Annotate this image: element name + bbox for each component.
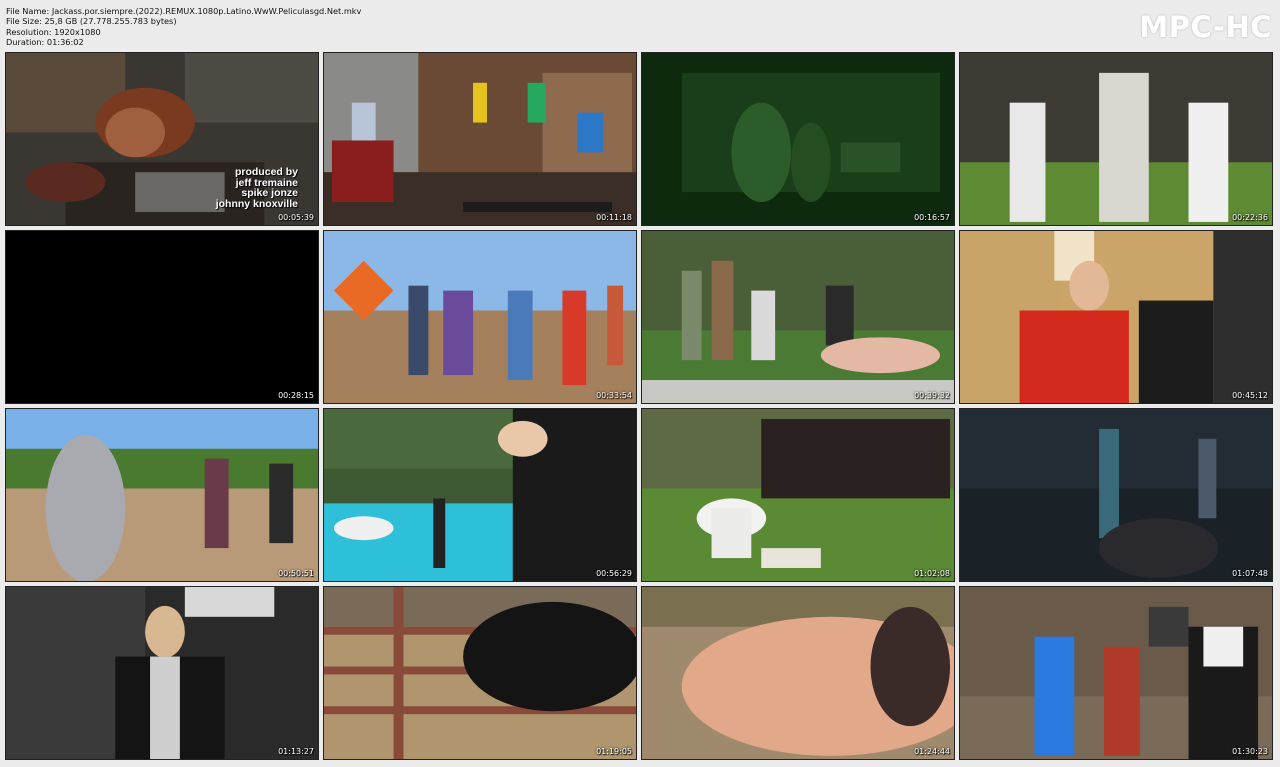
thumbnail: 00:33:54: [323, 230, 637, 404]
black-frame-scene: [6, 231, 318, 403]
credit-line: produced by: [234, 166, 298, 178]
closeup-blur-scene: [642, 587, 954, 759]
thumbnail: 01:02:08: [641, 408, 955, 582]
timestamp: 01:24:44: [914, 747, 950, 756]
thumbnail: 01:13:27: [5, 586, 319, 760]
portrait-studio-scene: [6, 587, 318, 759]
dry-field-scene: [324, 231, 636, 403]
pool-scene: [324, 409, 636, 581]
dark-glow-scene: [960, 409, 1272, 581]
thumbnail: 00:11:18: [323, 52, 637, 226]
timestamp: 00:45:12: [1232, 391, 1268, 400]
thumbnail: 00:50:51: [5, 408, 319, 582]
mpc-hc-logo: MPC-HC: [1139, 10, 1272, 44]
timestamp: 01:30:23: [1232, 747, 1268, 756]
thumbnail: produced by jeff tremaine spike jonze jo…: [5, 52, 319, 226]
timestamp: 00:11:18: [596, 213, 632, 222]
timestamp: 00:39:32: [914, 391, 950, 400]
toilet-lawn-scene: [642, 409, 954, 581]
thumbnail: 01:07:48: [959, 408, 1273, 582]
thumbnail: 01:30:23: [959, 586, 1273, 760]
thumbnail: 00:22:36: [959, 52, 1273, 226]
timestamp: 01:07:48: [1232, 569, 1268, 578]
credit-line: johnny knoxville: [215, 197, 298, 210]
duration: Duration: 01:36:02: [6, 37, 84, 48]
thumbnail: 00:16:57: [641, 52, 955, 226]
timestamp: 01:19:05: [596, 747, 632, 756]
timestamp: 00:33:54: [596, 391, 632, 400]
timestamp: 01:02:08: [914, 569, 950, 578]
exercise-machines-scene: [324, 53, 636, 225]
thumbnail: 00:39:32: [641, 230, 955, 404]
timestamp: 00:28:15: [278, 391, 314, 400]
thumbnail-grid: produced by jeff tremaine spike jonze jo…: [5, 52, 1275, 760]
resolution: Resolution: 1920x1080: [6, 26, 101, 37]
file-size: File Size: 25,8 GB (27.778.255.783 bytes…: [6, 16, 177, 27]
timestamp: 00:56:29: [596, 569, 632, 578]
file-info-panel: File Name: Jackass.por.siempre.(2022).RE…: [6, 6, 361, 48]
thumbnail: 00:56:29: [323, 408, 637, 582]
thumbnail: 00:45:12: [959, 230, 1273, 404]
silver-suit-scene: [6, 409, 318, 581]
thumbnail: 01:24:44: [641, 586, 955, 760]
night-vision-scene: [642, 53, 954, 225]
timestamp: 00:05:39: [278, 213, 314, 222]
timestamp: 01:13:27: [278, 747, 314, 756]
credit-line: spike jonze: [241, 187, 298, 199]
beekeeper-scene: [960, 53, 1272, 225]
producer-credit-overlay: produced by jeff tremaine spike jonze jo…: [216, 167, 298, 209]
bull-pen-scene: [324, 587, 636, 759]
timestamp: 00:50:51: [278, 569, 314, 578]
lawn-stunt-scene: [642, 231, 954, 403]
indoor-group-scene: [960, 231, 1272, 403]
end-credits-street-scene: [960, 587, 1272, 759]
timestamp: 00:16:57: [914, 213, 950, 222]
thumbnail: 00:28:15: [5, 230, 319, 404]
thumbnail: 01:19:05: [323, 586, 637, 760]
file-name: File Name: Jackass.por.siempre.(2022).RE…: [6, 6, 362, 16]
timestamp: 00:22:36: [1232, 213, 1268, 222]
